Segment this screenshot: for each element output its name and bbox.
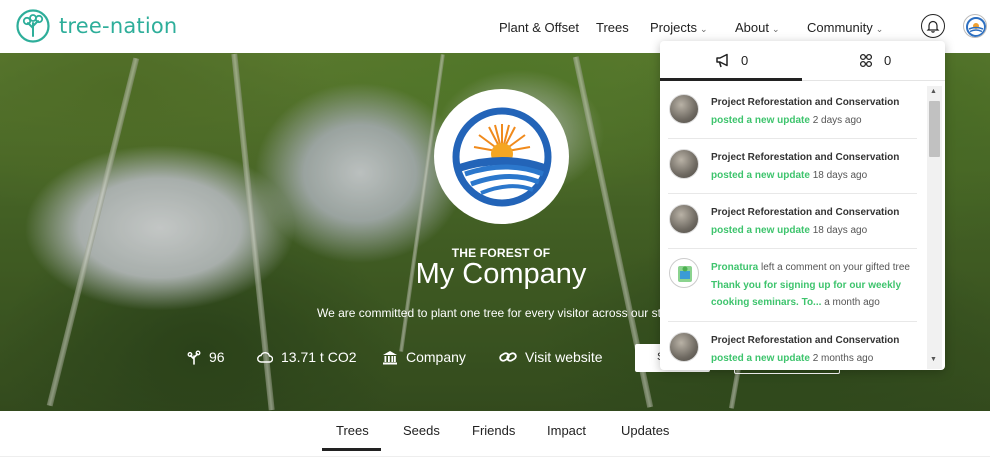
stat-type: Company [382,349,466,365]
bank-icon [383,350,397,364]
project-avatar [669,332,699,362]
nav-projects[interactable]: Projects ⌄ [650,20,708,35]
notification-meta: posted a new update 2 days ago [711,115,862,126]
scroll-down-arrow-icon[interactable]: ▼ [930,356,937,363]
notification-meta: posted a new update 18 days ago [711,225,867,236]
nav-about[interactable]: About ⌄ [735,20,780,35]
scroll-up-arrow-icon[interactable]: ▲ [930,88,937,95]
cloud-icon [257,352,273,363]
comment-excerpt-line2: cooking seminars. To... a month ago [711,297,880,308]
notification-action[interactable]: posted a new update [711,170,810,181]
profile-tabs: Trees Seeds Friends Impact Updates [0,411,990,457]
project-avatar [669,149,699,179]
people-icon [859,53,873,68]
company-logo [434,89,569,224]
notification-title: Project Reforestation and Conservation [711,207,900,218]
nav-label: Projects [650,20,697,35]
company-logo-small-icon [966,17,986,37]
notification-title: Project Reforestation and Conservation [711,97,900,108]
nav-label: Community [807,20,873,35]
comment-excerpt[interactable]: cooking seminars. To... [711,297,821,308]
notification-tabs: 0 0 [660,41,945,81]
user-avatar[interactable] [963,14,987,38]
tab-trees[interactable]: Trees [336,423,369,438]
mission-statement: We are committed to plant one tree for e… [317,306,661,320]
notification-time: 18 days ago [812,170,868,181]
project-avatar [669,94,699,124]
stat-co2: 13.71 t CO2 [257,349,357,365]
tab-friends[interactable]: Friends [472,423,515,438]
nav-plant-offset[interactable]: Plant & Offset [499,20,579,35]
pronatura-avatar [669,258,699,288]
nav-label: About [735,20,769,35]
bell-icon [926,20,940,33]
sun-fields-logo-icon [452,107,551,206]
notification-title: Pronatura left a comment on your gifted … [711,262,910,273]
stat-value: Visit website [525,349,603,365]
brand-name: tree-nation [59,14,178,38]
stat-value: 96 [209,349,225,365]
community-count: 0 [884,53,892,68]
brand-logo[interactable]: tree-nation [16,9,177,43]
notifications-scrollbar[interactable]: ▲ ▼ [927,86,942,369]
active-notification-tab-indicator [660,78,802,81]
pronatura-logo-icon [678,266,692,282]
divider [668,193,917,194]
comment-excerpt-line1[interactable]: Thank you for signing up for our weekly [711,280,901,291]
notification-time: 2 months ago [812,353,874,364]
nav-label: Plant & Offset [499,20,579,35]
chevron-down-icon: ⌄ [875,24,884,34]
notification-action[interactable]: posted a new update [711,353,810,364]
notifications-button[interactable] [921,14,945,38]
notification-actor[interactable]: Pronatura [711,262,758,273]
stat-value: Company [406,349,466,365]
notification-time: 18 days ago [812,225,868,236]
notification-meta: posted a new update 2 months ago [711,353,873,364]
project-avatar [669,204,699,234]
nav-label: Trees [596,20,629,35]
tab-announcements[interactable]: 0 [715,53,748,68]
tree-trunk [46,57,140,407]
stat-value: 13.71 t CO2 [281,349,357,365]
tree-logo-icon [16,9,50,43]
notification-time: a month ago [824,297,880,308]
nav-community[interactable]: Community ⌄ [807,20,883,35]
notification-meta: posted a new update 18 days ago [711,170,867,181]
megaphone-icon [716,53,728,68]
divider [668,138,917,139]
nav-trees[interactable]: Trees [596,20,629,35]
divider [668,248,917,249]
stat-trees: 96 [187,349,225,365]
visit-website-link[interactable]: Visit website [499,349,603,365]
announcements-count: 0 [741,53,749,68]
notification-title: Project Reforestation and Conservation [711,152,900,163]
notification-title: Project Reforestation and Conservation [711,335,900,346]
notification-action[interactable]: posted a new update [711,225,810,236]
tab-community-activity[interactable]: 0 [858,53,891,68]
chevron-down-icon: ⌄ [771,24,780,34]
tab-impact[interactable]: Impact [547,423,586,438]
tab-updates[interactable]: Updates [621,423,669,438]
divider [668,321,917,322]
notification-action[interactable]: posted a new update [711,115,810,126]
notification-time: 2 days ago [812,115,862,126]
notification-action-text: left a comment on your gifted tree [761,262,910,273]
link-icon [499,352,517,362]
notifications-dropdown: 0 0 Project Reforestation and Conservati… [660,41,945,370]
scroll-thumb[interactable] [929,101,940,157]
sprout-icon [187,350,201,365]
chevron-down-icon: ⌄ [699,24,708,34]
tab-seeds[interactable]: Seeds [403,423,440,438]
active-tab-indicator [322,448,381,451]
